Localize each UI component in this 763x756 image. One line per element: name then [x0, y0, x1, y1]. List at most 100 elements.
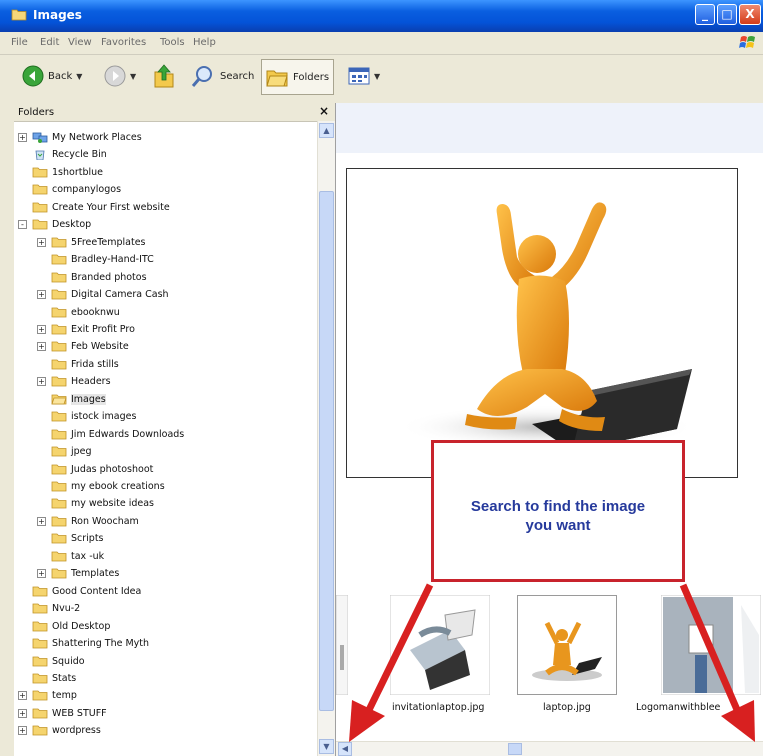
minimize-button[interactable]: _ — [695, 4, 715, 25]
folder-tree-item[interactable]: - Desktop — [18, 216, 91, 232]
folder-tree-item[interactable]: Judas photoshoot — [51, 461, 153, 477]
folder-tree-item[interactable]: + Ron Woocham — [37, 513, 139, 529]
forward-dropdown-icon[interactable]: ▼ — [130, 72, 136, 81]
expand-icon[interactable]: + — [37, 377, 46, 386]
views-button[interactable]: ▼ — [348, 67, 380, 85]
folder-tree-item[interactable]: companylogos — [32, 181, 121, 197]
search-label: Search — [220, 70, 255, 82]
folder-tree-item[interactable]: + Templates — [37, 565, 119, 581]
folder-tree-item[interactable]: + Feb Website — [37, 338, 129, 354]
scroll-thumb[interactable] — [319, 191, 334, 711]
scroll-down-button[interactable]: ▼ — [319, 739, 334, 754]
menu-view[interactable]: View — [68, 37, 92, 48]
menu-file[interactable]: File — [11, 37, 28, 48]
folder-tree-item[interactable]: Shattering The Myth — [32, 635, 149, 651]
folder-tree-item[interactable]: + wordpress — [18, 722, 101, 738]
expand-icon[interactable]: + — [37, 325, 46, 334]
folder-tree-item[interactable]: Stats — [32, 670, 76, 686]
folder-tree-item-label: Judas photoshoot — [71, 463, 154, 475]
views-icon — [348, 67, 370, 85]
folder-tree-item-label: my website ideas — [71, 497, 155, 509]
filmstrip-scrollbar[interactable]: ◀ — [336, 741, 763, 756]
folder-tree-item[interactable]: Old Desktop — [32, 618, 110, 634]
folder-icon — [51, 481, 67, 492]
callout-text-line: you want — [525, 517, 591, 534]
folder-tree-item[interactable]: 1shortblue — [32, 164, 103, 180]
close-button[interactable]: X — [739, 4, 761, 25]
folder-tree-item[interactable]: Branded photos — [51, 269, 147, 285]
expand-icon[interactable]: + — [37, 238, 46, 247]
folder-tree-item-label: wordpress — [52, 724, 101, 736]
folder-tree-item[interactable]: Bradley-Hand-ITC — [51, 251, 154, 267]
folder-tree-item[interactable]: Jim Edwards Downloads — [51, 426, 184, 442]
filmstrip: invitationlaptop.jpg laptop.jpg Logomanw… — [336, 583, 763, 741]
expand-icon[interactable]: + — [18, 726, 27, 735]
folder-tree-item-label: companylogos — [52, 183, 122, 195]
folder-tree-scrollbar[interactable]: ▲ ▼ — [317, 121, 335, 756]
views-dropdown-icon[interactable]: ▼ — [374, 72, 380, 81]
up-folder-button[interactable] — [152, 63, 176, 89]
folder-tree-item-label: jpeg — [71, 445, 92, 457]
expand-icon[interactable]: + — [37, 342, 46, 351]
menu-help[interactable]: Help — [193, 37, 216, 48]
folder-tree-item[interactable]: Recycle Bin — [32, 146, 107, 162]
folder-icon — [51, 272, 67, 283]
folder-icon — [11, 9, 27, 21]
menu-favorites[interactable]: Favorites — [101, 37, 146, 48]
expand-icon[interactable]: + — [37, 569, 46, 578]
back-arrow-icon — [22, 65, 44, 87]
folders-button[interactable]: Folders — [261, 59, 334, 95]
folder-tree-item[interactable]: Scripts — [51, 530, 104, 546]
scroll-left-button[interactable]: ◀ — [338, 742, 352, 756]
expand-icon[interactable]: + — [37, 290, 46, 299]
menu-edit[interactable]: Edit — [40, 37, 59, 48]
expand-icon[interactable]: + — [18, 709, 27, 718]
folder-tree-item[interactable]: ebooknwu — [51, 304, 120, 320]
folder-tree-item-label: Headers — [71, 375, 111, 387]
folder-tree-item[interactable]: Squido — [32, 653, 85, 669]
folder-tree-item-label: istock images — [71, 410, 137, 422]
folder-tree-item[interactable]: my website ideas — [51, 495, 154, 511]
thumbnail-caption[interactable]: Logomanwithblee — [636, 702, 720, 713]
collapse-icon[interactable]: - — [18, 220, 27, 229]
thumbnail-caption[interactable]: laptop.jpg — [543, 702, 591, 713]
folder-tree-item[interactable]: Images — [51, 391, 106, 407]
thumbnail-caption[interactable]: invitationlaptop.jpg — [392, 702, 484, 713]
folder-tree-item[interactable]: + Headers — [37, 373, 111, 389]
partial-thumbnail[interactable] — [336, 595, 348, 695]
back-dropdown-icon[interactable]: ▼ — [76, 72, 82, 81]
forward-button[interactable]: ▼ — [104, 65, 136, 87]
expand-icon[interactable]: + — [37, 517, 46, 526]
folder-tree-item[interactable]: my ebook creations — [51, 478, 165, 494]
folder-tree-item[interactable]: Create Your First website — [32, 199, 170, 215]
folder-tree-item-label: my ebook creations — [71, 480, 165, 492]
folder-tree-item[interactable]: jpeg — [51, 443, 92, 459]
folder-tree-item[interactable]: + Exit Profit Pro — [37, 321, 135, 337]
folder-tree-item[interactable]: Good Content Idea — [32, 583, 141, 599]
maximize-button[interactable]: □ — [717, 4, 737, 25]
folder-tree-item[interactable]: tax -uk — [51, 548, 104, 564]
folder-icon — [32, 708, 48, 719]
folder-tree-item-label: tax -uk — [71, 550, 105, 562]
folder-tree-item[interactable]: + Digital Camera Cash — [37, 286, 169, 302]
menu-tools[interactable]: Tools — [160, 37, 185, 48]
expand-icon[interactable]: + — [18, 691, 27, 700]
folder-tree-item[interactable]: +5FreeTemplates — [37, 234, 146, 250]
folder-tree-item[interactable]: Nvu-2 — [32, 600, 80, 616]
expand-icon[interactable]: + — [18, 133, 27, 142]
back-button[interactable]: Back ▼ — [22, 65, 82, 87]
folders-pane-close-button[interactable]: × — [319, 104, 329, 118]
search-button[interactable]: Search — [190, 64, 254, 88]
invitationlaptop-thumbnail[interactable] — [390, 595, 490, 695]
logoman-thumbnail[interactable] — [661, 595, 761, 695]
folder-tree-item[interactable]: Frida stills — [51, 356, 119, 372]
folder-tree-item[interactable]: istock images — [51, 408, 136, 424]
folder-tree-item[interactable]: + WEB STUFF — [18, 705, 107, 721]
folder-tree-item[interactable]: + temp — [18, 687, 77, 703]
scroll-up-button[interactable]: ▲ — [319, 123, 334, 138]
folder-tree-item-label: Create Your First website — [52, 201, 170, 213]
folder-tree-item[interactable]: + My Network Places — [18, 129, 142, 145]
folder-tree-item-label: Images — [71, 393, 106, 405]
laptop-thumbnail[interactable] — [517, 595, 617, 695]
scroll-thumb[interactable] — [508, 743, 522, 755]
